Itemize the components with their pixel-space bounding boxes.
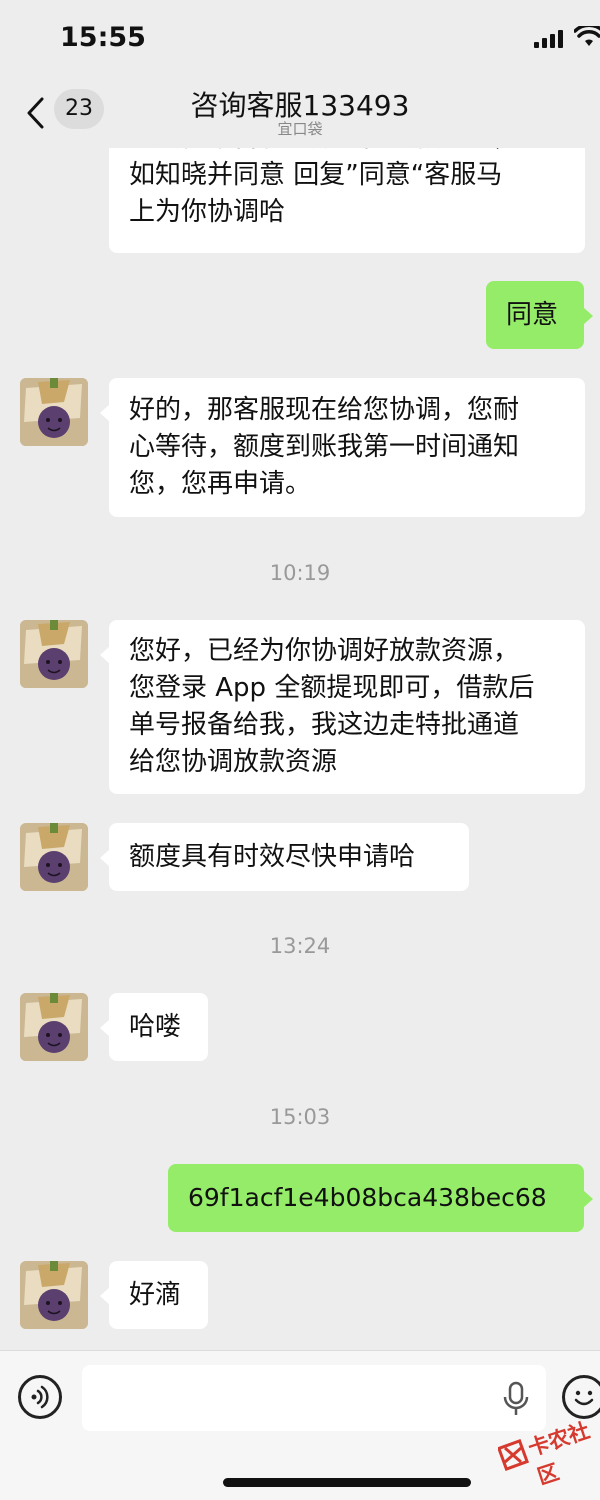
message-list[interactable]: 或其他平台有逾期可能会被划扣， 如知晓并同意 回复”同意“客服马 上为你协调哈 … — [0, 148, 600, 1350]
sent-message-bubble[interactable]: 同意 — [486, 281, 593, 349]
contact-avatar[interactable] — [20, 993, 88, 1061]
message-text: 同意 — [506, 300, 559, 330]
message-text-line: 或其他平台有逾期可能会被划扣， — [129, 148, 565, 157]
contact-avatar[interactable] — [20, 823, 88, 891]
message-timestamp: 13:24 — [269, 934, 331, 958]
contact-avatar[interactable] — [20, 1261, 88, 1329]
message-input[interactable] — [82, 1365, 546, 1431]
message-text: 69f1acf1e4b08bca438bec68 — [188, 1183, 547, 1212]
message-text-line: 好的，那客服现在给您协调，您耐 — [129, 395, 520, 425]
received-message-bubble[interactable]: 好的，那客服现在给您协调，您耐 心等待，额度到账我第一时间通知 您，您再申请。 — [100, 378, 585, 517]
sent-message-bubble[interactable]: 69f1acf1e4b08bca438bec68 — [168, 1164, 593, 1232]
status-time: 15:55 — [60, 22, 146, 53]
received-message-bubble[interactable]: 您好，已经为你协调好放款资源， 您登录 App 全额提现即可，借款后 单号报备给… — [100, 620, 585, 794]
contact-avatar[interactable] — [20, 378, 88, 446]
chat-header: 23 咨询客服133493 宜口袋 — [0, 78, 600, 148]
received-message-bubble[interactable]: 额度具有时效尽快申请哈 — [100, 823, 469, 891]
signal-icon — [534, 30, 563, 48]
message-text-line: 给您协调放款资源 — [129, 747, 338, 777]
message-text-line: 您登录 App 全额提现即可，借款后 — [129, 673, 535, 703]
message-bubble[interactable]: 或其他平台有逾期可能会被划扣， 如知晓并同意 回复”同意“客服马 上为你协调哈 — [109, 148, 585, 253]
chat-subtitle: 宜口袋 — [277, 120, 323, 138]
message-text-line: 您好，已经为你协调好放款资源， — [129, 636, 520, 666]
received-message-bubble[interactable]: 哈喽 — [100, 993, 208, 1061]
message-text: 好滴 — [129, 1280, 182, 1310]
received-message-bubble[interactable]: 好滴 — [100, 1261, 208, 1329]
wifi-icon — [574, 26, 600, 46]
message-text-line: 您，您再申请。 — [129, 469, 312, 499]
home-indicator — [223, 1478, 471, 1487]
voice-icon — [31, 1385, 49, 1409]
message-text-line: 如知晓并同意 回复”同意“客服马 — [129, 160, 503, 190]
message-timestamp: 15:03 — [269, 1105, 331, 1129]
message-text: 哈喽 — [129, 1012, 182, 1042]
contact-avatar[interactable] — [20, 620, 88, 688]
status-bar: 15:55 — [0, 0, 600, 78]
message-text-line: 心等待，额度到账我第一时间通知 — [129, 432, 520, 462]
message-text-line: 单号报备给我，我这边走特批通道 — [129, 710, 520, 740]
message-text-line: 上为你协调哈 — [129, 197, 286, 227]
voice-input-button[interactable] — [18, 1375, 62, 1419]
message-text: 额度具有时效尽快申请哈 — [129, 842, 416, 872]
message-timestamp: 10:19 — [269, 561, 331, 585]
microphone-icon[interactable] — [502, 1381, 530, 1417]
